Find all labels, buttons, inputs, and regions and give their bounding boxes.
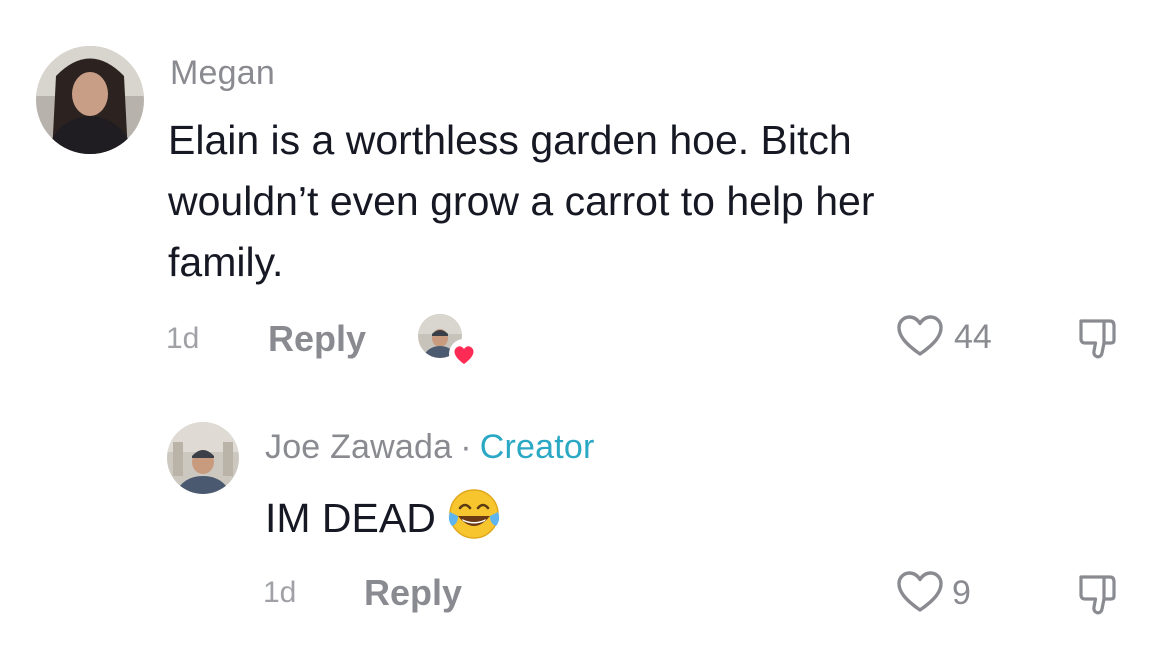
face-with-tears-of-joy-icon — [448, 489, 499, 539]
comment-text-line: wouldn’t even grow a carrot to help her — [168, 178, 875, 224]
avatar[interactable] — [36, 46, 144, 154]
comment-username: Joe Zawada · Creator — [265, 428, 595, 467]
like-count: 44 — [954, 318, 992, 356]
comment-username[interactable]: Megan — [170, 54, 275, 93]
separator-dot: · — [460, 428, 472, 466]
comment-text-line: family. — [168, 239, 284, 285]
creator-username[interactable]: Joe Zawada — [265, 428, 452, 466]
comments-section: Megan Elain is a worthless garden hoe. B… — [0, 0, 1170, 652]
heart-outline-icon[interactable] — [896, 314, 944, 358]
comment-timestamp: 1d — [166, 322, 200, 355]
creator-badge: Creator — [479, 428, 595, 466]
thumbs-down-icon[interactable] — [1076, 572, 1122, 618]
red-heart-badge-icon — [449, 339, 479, 369]
comment-text-line: Elain is a worthless garden hoe. Bitch — [168, 117, 852, 163]
avatar[interactable] — [167, 422, 239, 494]
like-count: 9 — [952, 574, 971, 612]
reply-button[interactable]: Reply — [268, 318, 366, 360]
comment-text-line: IM DEAD — [265, 495, 436, 541]
heart-outline-icon[interactable] — [896, 570, 944, 614]
comment-timestamp: 1d — [263, 576, 297, 609]
comment-text: Elain is a worthless garden hoe. Bitch w… — [168, 110, 875, 293]
thumbs-down-icon[interactable] — [1076, 316, 1122, 362]
comment-text: IM DEAD — [265, 486, 502, 549]
creator-liked-indicator — [418, 314, 479, 369]
reply-button[interactable]: Reply — [364, 572, 462, 614]
